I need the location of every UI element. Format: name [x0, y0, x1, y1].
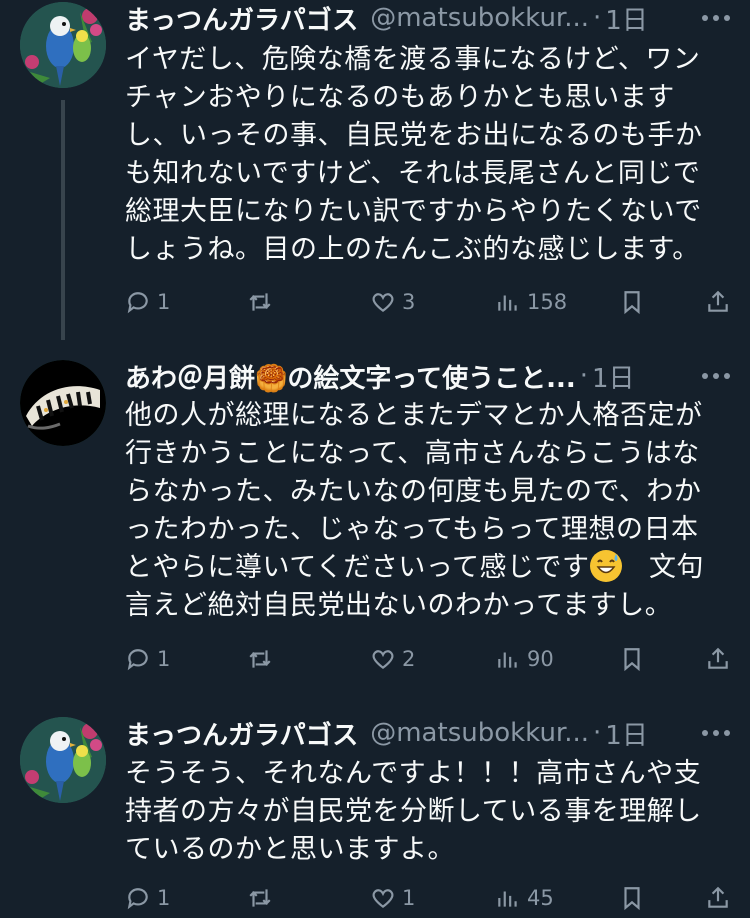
avatar[interactable]: [20, 360, 106, 446]
like-icon: [372, 889, 394, 909]
more-icon[interactable]: [680, 715, 730, 751]
views-count: 45: [527, 886, 554, 910]
views-count: 158: [527, 290, 568, 314]
tweet-text: イヤだし、危険な橋を渡る事になるけど、ワンチャンおやりになるのもありかとも思いま…: [125, 44, 703, 265]
like-icon: [372, 293, 394, 313]
tweet-1[interactable]: まっつんガラパゴス @matsubokkur... · 1日 イヤだし、危険な橋…: [0, 0, 750, 340]
tweet-header: あわ＠月餅🥮の絵文字って使うこと... · 1日: [125, 358, 730, 394]
share-button[interactable]: [705, 282, 731, 322]
timestamp[interactable]: 1日: [605, 0, 648, 37]
views-icon: [498, 652, 517, 668]
retweet-icon: [249, 889, 271, 907]
like-count: 1: [402, 886, 416, 910]
reply-icon: [127, 292, 148, 314]
views-count: 90: [527, 647, 554, 671]
like-count: 3: [402, 290, 416, 314]
like-button[interactable]: 1: [370, 878, 415, 918]
reply-button[interactable]: 1: [125, 639, 170, 679]
tweet-header: まっつんガラパゴス @matsubokkur... · 1日: [125, 715, 730, 751]
bookmark-icon: [624, 291, 640, 315]
display-name[interactable]: まっつんガラパゴス: [125, 0, 358, 37]
share-icon: [708, 647, 728, 669]
reply-button[interactable]: 1: [125, 878, 170, 918]
like-icon: [372, 650, 394, 670]
like-button[interactable]: 3: [370, 282, 415, 322]
reply-count: 1: [157, 886, 171, 910]
tweet-header: まっつんガラパゴス @matsubokkur... · 1日: [125, 0, 730, 36]
timestamp[interactable]: 1日: [605, 715, 648, 752]
retweet-icon: [249, 293, 271, 311]
views-button[interactable]: 90: [495, 639, 554, 679]
avatar[interactable]: [20, 2, 106, 88]
bookmark-button[interactable]: [619, 639, 645, 679]
reply-icon: [127, 888, 148, 910]
bookmark-icon: [624, 887, 640, 911]
timestamp[interactable]: 1日: [592, 358, 635, 395]
retweet-button[interactable]: [247, 282, 279, 322]
tweet-text: 他の人が総理になるとまたデマとか人格否定が行きかうことになって、高市さんならこう…: [125, 397, 725, 625]
bookmark-icon: [624, 648, 640, 672]
views-icon: [498, 295, 517, 311]
share-icon: [708, 886, 728, 908]
separator-dot: ·: [593, 718, 602, 748]
separator-dot: ·: [579, 361, 588, 391]
reply-count: 1: [157, 647, 171, 671]
views-button[interactable]: 158: [495, 282, 567, 322]
more-icon[interactable]: [680, 358, 730, 394]
separator-dot: ·: [593, 3, 602, 33]
like-count: 2: [402, 647, 416, 671]
retweet-icon: [249, 650, 271, 668]
tweet-actions: 1 1 45: [125, 878, 728, 918]
reply-button[interactable]: 1: [125, 282, 170, 322]
tweet-2[interactable]: あわ＠月餅🥮の絵文字って使うこと... · 1日 他の人が総理になるとまたデマと…: [0, 358, 750, 698]
more-icon[interactable]: [680, 0, 730, 36]
views-icon: [498, 891, 517, 907]
share-button[interactable]: [705, 878, 731, 918]
avatar[interactable]: [20, 717, 106, 803]
tweet-3[interactable]: まっつんガラパゴス @matsubokkur... · 1日 そうそう、それなん…: [0, 715, 750, 916]
username[interactable]: @matsubokkur...: [370, 718, 589, 748]
bookmark-button[interactable]: [619, 282, 645, 322]
tweet-actions: 1 3 158: [125, 282, 728, 322]
like-button[interactable]: 2: [370, 639, 415, 679]
retweet-button[interactable]: [247, 878, 279, 918]
display-name[interactable]: まっつんガラパゴス: [125, 715, 358, 752]
retweet-button[interactable]: [247, 639, 279, 679]
tweet-actions: 1 2 90: [125, 639, 728, 679]
share-icon: [708, 290, 728, 312]
share-button[interactable]: [705, 639, 731, 679]
display-name[interactable]: あわ＠月餅🥮の絵文字って使うこと...: [125, 358, 576, 395]
tweet-text: そうそう、それなんですよ！！！高市さんや支持者の方々が自民党を分断している事を理…: [125, 758, 702, 865]
bookmark-button[interactable]: [619, 878, 645, 918]
grinning-sweat-emoji: [589, 550, 622, 582]
reply-count: 1: [157, 290, 171, 314]
username[interactable]: @matsubokkur...: [370, 3, 589, 33]
reply-icon: [127, 649, 148, 671]
views-button[interactable]: 45: [495, 878, 554, 918]
